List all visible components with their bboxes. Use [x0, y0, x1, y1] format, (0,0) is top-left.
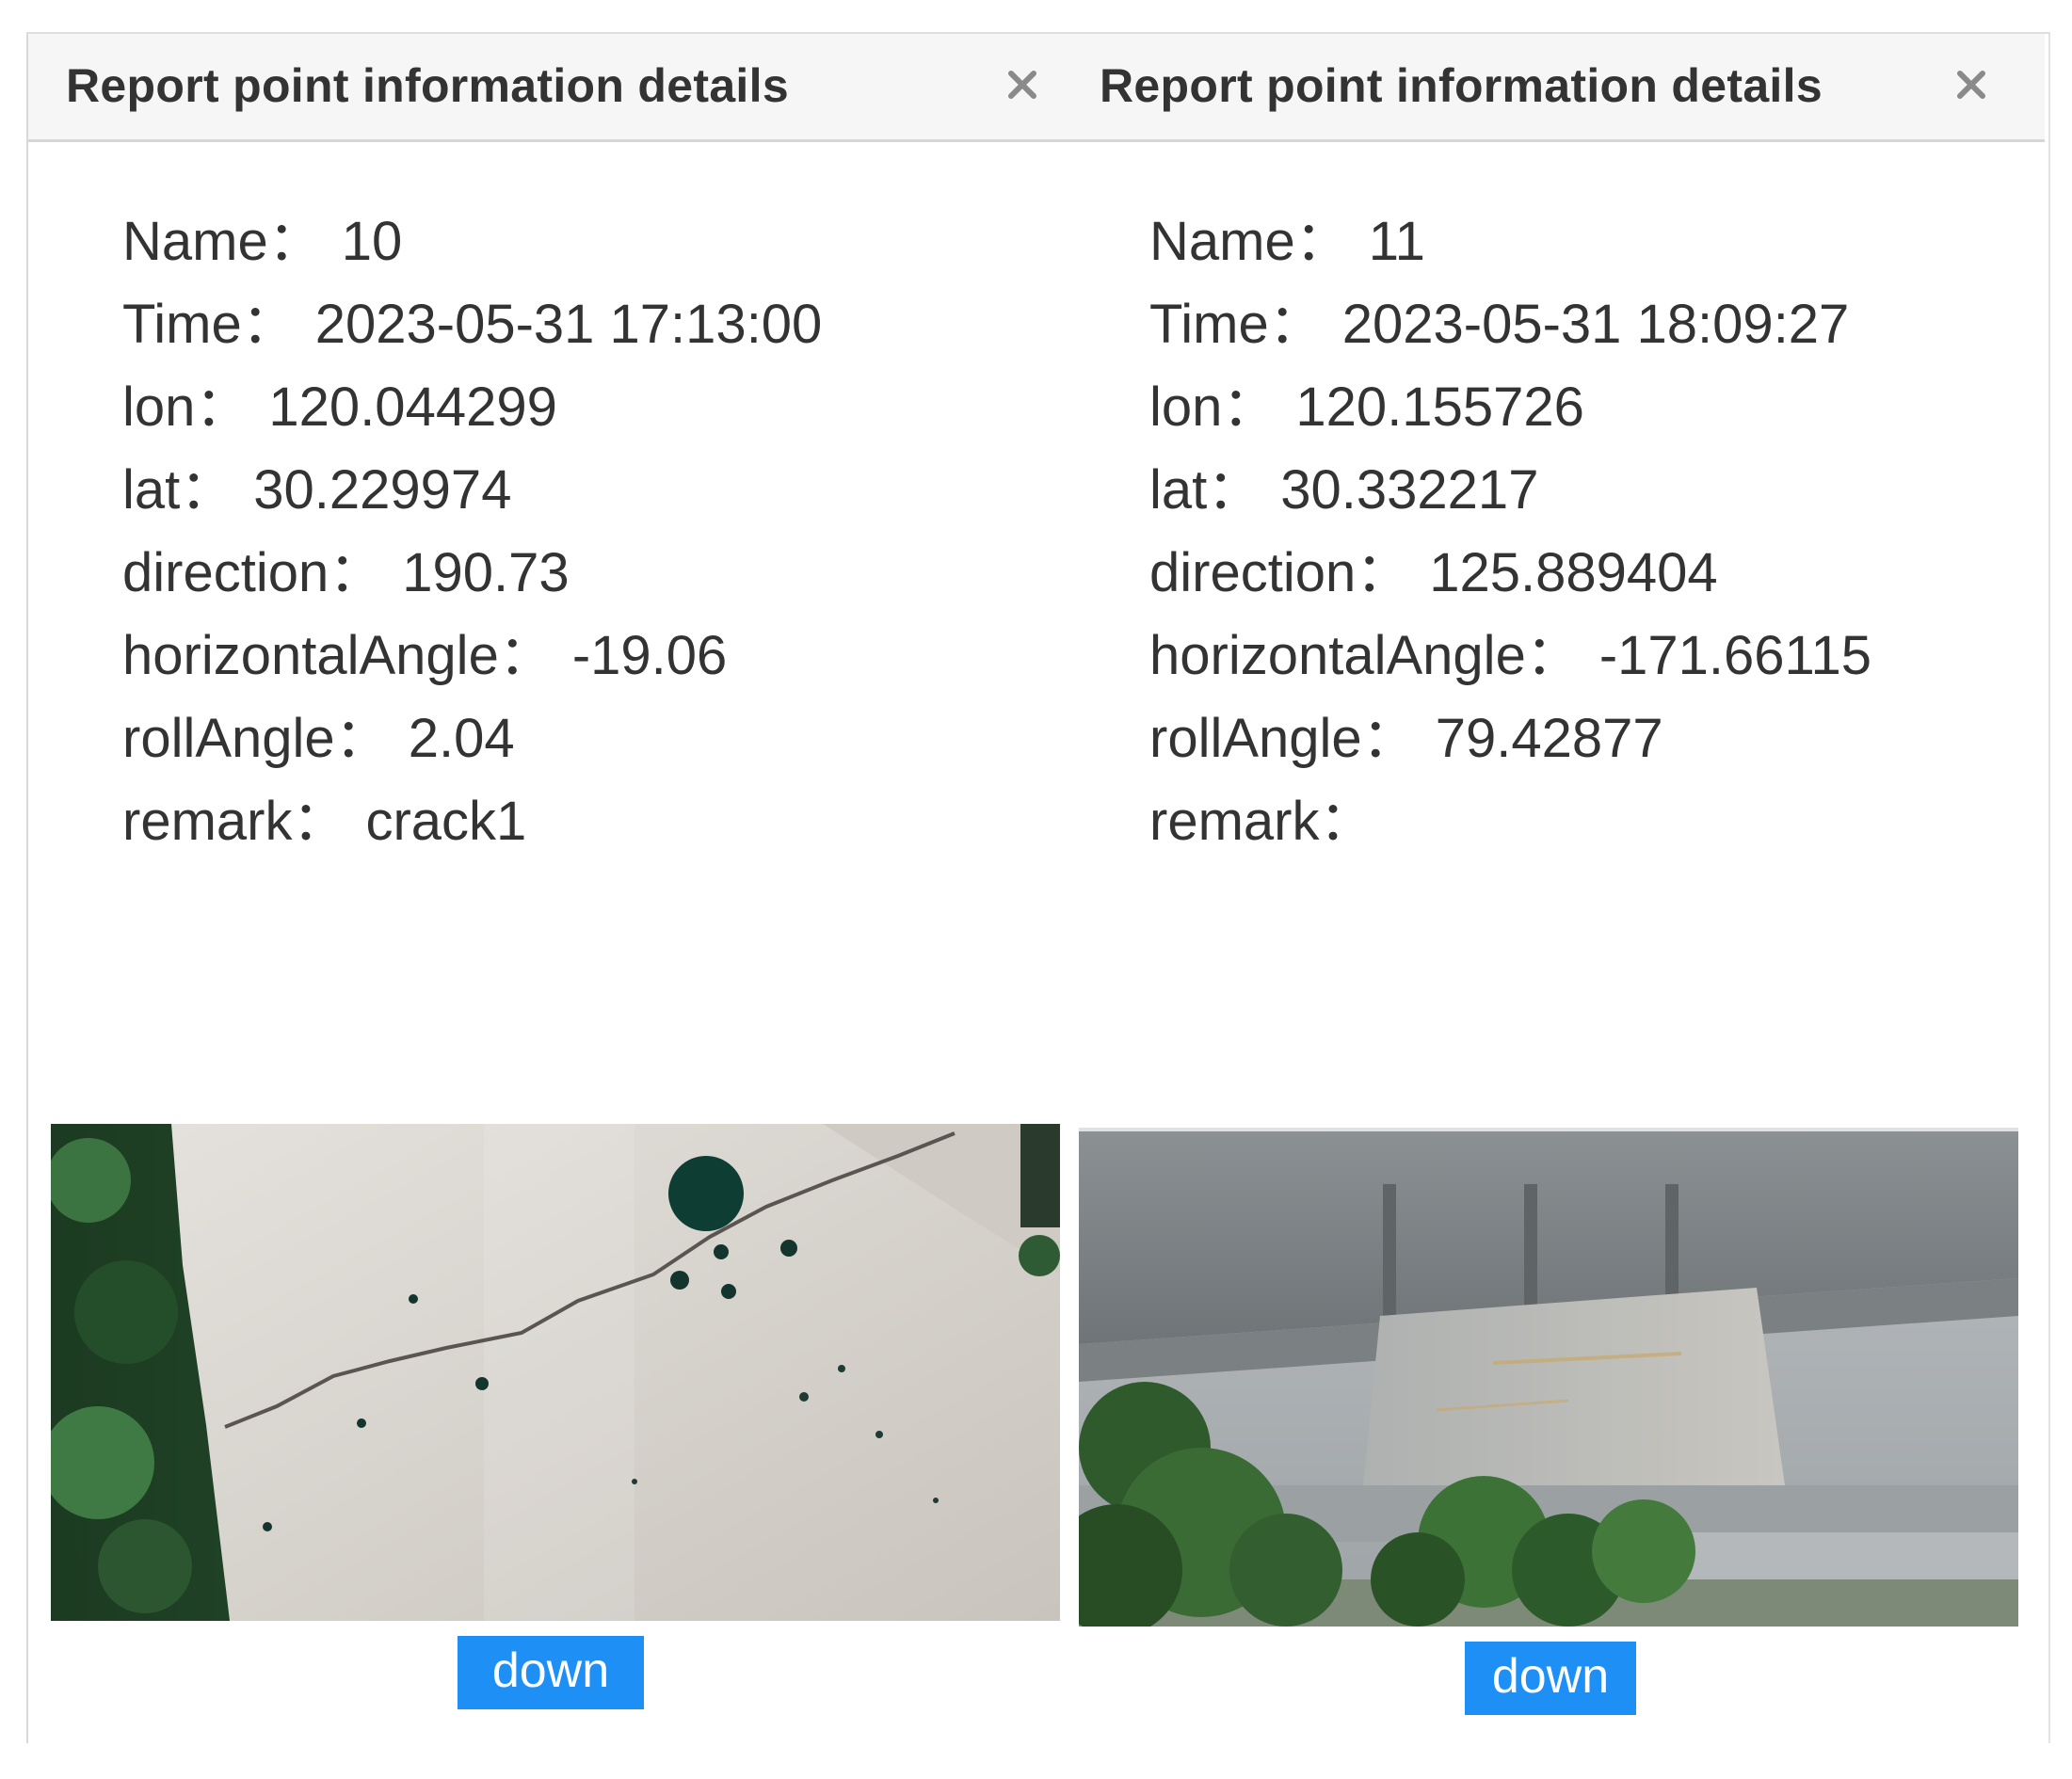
field-lat: lat： 30.332217 — [1149, 459, 1539, 521]
field-horizontal-angle: horizontalAngle： -19.06 — [122, 625, 728, 686]
report-detail-panel-left: Report point information details Name： 10… — [28, 34, 1064, 1741]
panel-header: Report point information details — [1064, 34, 2045, 142]
field-name: Name： 11 — [1149, 211, 1425, 272]
field-remark: remark： — [1149, 791, 1374, 852]
field-direction: direction： 190.73 — [122, 542, 570, 603]
panel-title: Report point information details — [1100, 59, 1823, 112]
download-button[interactable]: down — [458, 1636, 644, 1709]
field-roll-angle: rollAngle： 79.42877 — [1149, 708, 1663, 769]
download-button[interactable]: down — [1465, 1642, 1636, 1715]
field-lat: lat： 30.229974 — [122, 459, 512, 521]
field-lon: lon： 120.044299 — [122, 377, 557, 438]
field-roll-angle: rollAngle： 2.04 — [122, 708, 515, 769]
crack-photo — [51, 1124, 1060, 1621]
panel-title: Report point information details — [66, 59, 789, 112]
close-icon[interactable] — [1949, 62, 1994, 107]
close-icon[interactable] — [1000, 62, 1045, 107]
field-horizontal-angle: horizontalAngle： -171.66115 — [1149, 625, 1872, 686]
field-name: Name： 10 — [122, 211, 403, 272]
report-detail-panel-right: Report point information details Name： 11… — [1064, 34, 2045, 1741]
field-time: Time： 2023-05-31 17:13:00 — [122, 294, 823, 355]
panel-header: Report point information details — [28, 34, 1064, 142]
field-remark: remark： crack1 — [122, 791, 527, 852]
field-time: Time： 2023-05-31 18:09:27 — [1149, 294, 1850, 355]
field-direction: direction： 125.889404 — [1149, 542, 1718, 603]
bridge-photo — [1079, 1128, 2018, 1627]
field-lon: lon： 120.155726 — [1149, 377, 1584, 438]
